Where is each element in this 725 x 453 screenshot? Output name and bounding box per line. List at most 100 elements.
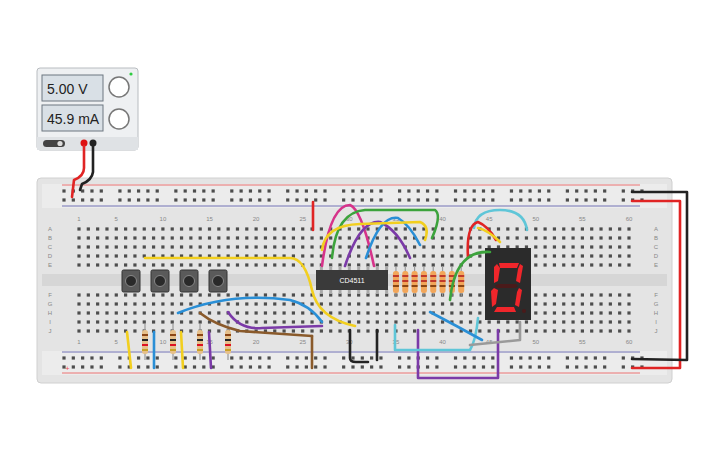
display-segment bbox=[491, 288, 498, 307]
current-reading: 45.9 mA bbox=[47, 111, 100, 127]
row-label: B bbox=[48, 235, 52, 241]
row-label: C bbox=[48, 244, 53, 250]
voltage-knob[interactable] bbox=[109, 77, 129, 97]
push-button[interactable] bbox=[180, 270, 198, 292]
wire[interactable] bbox=[632, 201, 680, 368]
decoder-chip[interactable]: CD4511 bbox=[316, 266, 388, 294]
column-label: 1 bbox=[77, 216, 81, 222]
wire[interactable] bbox=[632, 192, 687, 360]
wire[interactable] bbox=[376, 330, 379, 360]
column-label: 5 bbox=[115, 216, 119, 222]
segment-resistor[interactable] bbox=[412, 266, 418, 296]
chip-label: CD4511 bbox=[339, 277, 364, 284]
row-label: A bbox=[654, 226, 658, 232]
wire[interactable] bbox=[178, 298, 322, 322]
row-label: C bbox=[654, 244, 659, 250]
push-button[interactable] bbox=[209, 270, 227, 292]
display-segment bbox=[495, 284, 518, 288]
column-label: 40 bbox=[439, 339, 446, 345]
push-button[interactable] bbox=[151, 270, 169, 292]
wire[interactable] bbox=[228, 312, 322, 328]
column-label: 10 bbox=[160, 216, 167, 222]
row-label: E bbox=[654, 262, 658, 268]
circuit-drawing: 5.00 V45.9 mA+11551010151520202525303035… bbox=[0, 0, 725, 453]
wire[interactable] bbox=[312, 202, 315, 230]
row-label: I bbox=[655, 319, 657, 325]
column-label: 25 bbox=[299, 339, 306, 345]
row-label: J bbox=[655, 328, 658, 334]
column-label: 15 bbox=[206, 216, 213, 222]
circuit-canvas: 5.00 V45.9 mA+11551010151520202525303035… bbox=[0, 0, 725, 453]
row-label: F bbox=[654, 292, 658, 298]
wire[interactable] bbox=[332, 210, 438, 258]
wire[interactable] bbox=[127, 332, 131, 368]
row-label: G bbox=[48, 301, 53, 307]
wire[interactable] bbox=[145, 258, 355, 326]
column-label: 45 bbox=[486, 216, 493, 222]
row-label: H bbox=[48, 310, 52, 316]
display-segment bbox=[494, 307, 516, 312]
row-label: E bbox=[48, 262, 52, 268]
column-label: 1 bbox=[77, 339, 81, 345]
power-led bbox=[129, 72, 132, 75]
column-label: 50 bbox=[532, 339, 539, 345]
row-label: A bbox=[48, 226, 52, 232]
resistor[interactable] bbox=[170, 324, 176, 360]
wires[interactable] bbox=[72, 146, 687, 378]
wire[interactable] bbox=[474, 210, 527, 230]
column-label: 40 bbox=[439, 216, 446, 222]
column-label: 20 bbox=[253, 216, 260, 222]
column-label: 25 bbox=[299, 216, 306, 222]
display-segment bbox=[515, 288, 522, 307]
row-label: J bbox=[49, 328, 52, 334]
wire[interactable] bbox=[430, 312, 482, 340]
column-label: 20 bbox=[253, 339, 260, 345]
wire[interactable] bbox=[478, 228, 500, 242]
row-label: H bbox=[654, 310, 658, 316]
wire[interactable] bbox=[153, 332, 156, 368]
wire[interactable] bbox=[181, 332, 183, 368]
current-knob[interactable] bbox=[109, 109, 129, 129]
wire[interactable] bbox=[345, 222, 410, 266]
segment-resistor[interactable] bbox=[393, 266, 399, 296]
wire[interactable] bbox=[470, 322, 520, 345]
segment-resistor[interactable] bbox=[430, 266, 436, 296]
breadboard: +115510101515202025253030353540404545505… bbox=[37, 178, 672, 383]
wire[interactable] bbox=[311, 336, 314, 368]
display-segment bbox=[516, 264, 523, 283]
seven-segment-display[interactable] bbox=[485, 248, 531, 320]
segment-resistor[interactable] bbox=[402, 266, 408, 296]
wire[interactable] bbox=[395, 318, 478, 350]
column-label: 60 bbox=[626, 339, 633, 345]
resistor[interactable] bbox=[142, 324, 148, 360]
column-label: 60 bbox=[626, 216, 633, 222]
svg-text:+: + bbox=[65, 364, 70, 373]
display-segment bbox=[494, 264, 500, 283]
wire[interactable] bbox=[350, 330, 368, 362]
column-label: 5 bbox=[115, 339, 119, 345]
row-label: B bbox=[654, 235, 658, 241]
wire[interactable] bbox=[80, 146, 93, 190]
wire[interactable] bbox=[322, 222, 427, 250]
power-supply[interactable]: 5.00 V 45.9 mA bbox=[37, 68, 138, 150]
column-label: 10 bbox=[160, 339, 167, 345]
wire[interactable] bbox=[450, 252, 490, 300]
display-segment bbox=[499, 263, 519, 268]
wire[interactable] bbox=[200, 313, 312, 336]
row-label: F bbox=[48, 292, 52, 298]
segment-resistor[interactable] bbox=[421, 266, 427, 296]
voltage-reading: 5.00 V bbox=[47, 81, 88, 97]
column-label: 50 bbox=[532, 216, 539, 222]
power-switch[interactable] bbox=[43, 140, 65, 147]
wire[interactable] bbox=[72, 146, 84, 197]
wire[interactable] bbox=[418, 330, 498, 378]
resistor[interactable] bbox=[197, 324, 203, 360]
wire[interactable] bbox=[209, 332, 211, 368]
column-label: 55 bbox=[579, 216, 586, 222]
row-label: D bbox=[48, 253, 53, 259]
row-label: I bbox=[49, 319, 51, 325]
row-label: D bbox=[654, 253, 659, 259]
segment-resistor[interactable] bbox=[440, 266, 446, 296]
push-button[interactable] bbox=[122, 270, 140, 292]
column-label: 55 bbox=[579, 339, 586, 345]
